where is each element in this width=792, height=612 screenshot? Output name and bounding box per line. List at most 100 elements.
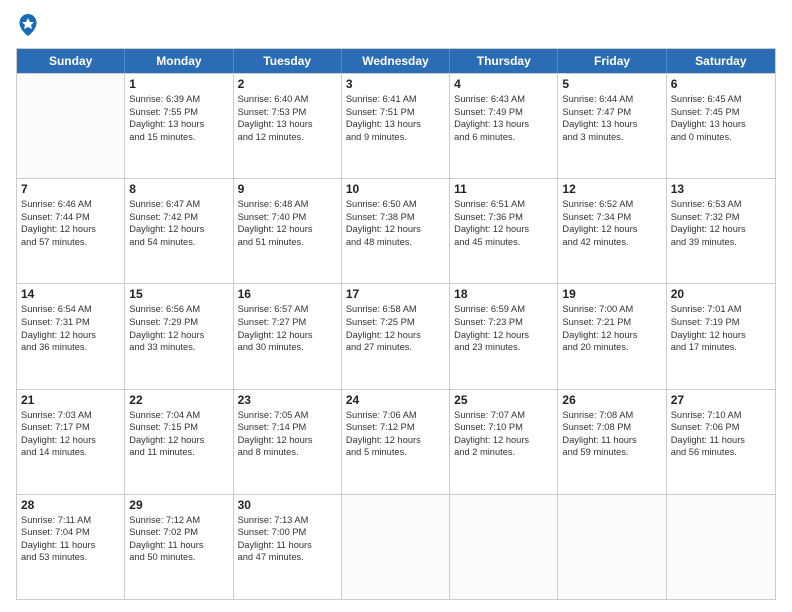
cell-line: Sunrise: 6:44 AM (562, 93, 661, 106)
calendar-cell: 5 Sunrise: 6:44 AMSunset: 7:47 PMDaylight… (558, 74, 666, 178)
cell-line: Daylight: 12 hours (454, 329, 553, 342)
cell-line: Sunset: 7:36 PM (454, 211, 553, 224)
cell-line: Daylight: 11 hours (21, 539, 120, 552)
day-number: 16 (238, 287, 337, 301)
calendar-cell (450, 495, 558, 599)
cell-line: Sunset: 7:21 PM (562, 316, 661, 329)
cell-line: and 27 minutes. (346, 341, 445, 354)
day-number: 18 (454, 287, 553, 301)
cell-line: Sunrise: 7:06 AM (346, 409, 445, 422)
day-number: 19 (562, 287, 661, 301)
calendar-cell (342, 495, 450, 599)
logo-icon (16, 12, 40, 40)
day-number: 6 (671, 77, 771, 91)
cell-line: Sunrise: 6:56 AM (129, 303, 228, 316)
calendar-body: 1Sunrise: 6:39 AMSunset: 7:55 PMDaylight… (17, 73, 775, 599)
calendar-cell: 27Sunrise: 7:10 AMSunset: 7:06 PMDayligh… (667, 390, 775, 494)
cell-line: Sunrise: 6:51 AM (454, 198, 553, 211)
cell-line: and 5 minutes. (346, 446, 445, 459)
cell-line: Daylight: 13 hours (562, 118, 661, 131)
cell-line: Daylight: 12 hours (129, 434, 228, 447)
cell-line: Sunrise: 6:47 AM (129, 198, 228, 211)
cell-line: Sunset: 7:25 PM (346, 316, 445, 329)
day-number: 20 (671, 287, 771, 301)
cell-line: and 2 minutes. (454, 446, 553, 459)
day-number: 1 (129, 77, 228, 91)
cell-line: Sunset: 7:29 PM (129, 316, 228, 329)
cell-line: Daylight: 12 hours (346, 329, 445, 342)
calendar: SundayMondayTuesdayWednesdayThursdayFrid… (16, 48, 776, 600)
day-number: 2 (238, 77, 337, 91)
cell-line: Daylight: 12 hours (129, 329, 228, 342)
cell-line: Daylight: 12 hours (346, 434, 445, 447)
cell-line: Sunrise: 6:41 AM (346, 93, 445, 106)
cell-line: Sunset: 7:23 PM (454, 316, 553, 329)
day-number: 3 (346, 77, 445, 91)
day-number: 22 (129, 393, 228, 407)
cell-line: and 6 minutes. (454, 131, 553, 144)
cell-line: Sunset: 7:38 PM (346, 211, 445, 224)
calendar-cell (667, 495, 775, 599)
cell-line: and 12 minutes. (238, 131, 337, 144)
cell-line: and 59 minutes. (562, 446, 661, 459)
cell-line: and 57 minutes. (21, 236, 120, 249)
calendar-header-cell: Friday (558, 49, 666, 73)
cell-line: Sunrise: 7:01 AM (671, 303, 771, 316)
day-number: 25 (454, 393, 553, 407)
cell-line: Sunset: 7:00 PM (238, 526, 337, 539)
day-number: 14 (21, 287, 120, 301)
calendar-cell: 24Sunrise: 7:06 AMSunset: 7:12 PMDayligh… (342, 390, 450, 494)
calendar-cell (558, 495, 666, 599)
cell-line: Sunset: 7:42 PM (129, 211, 228, 224)
day-number: 23 (238, 393, 337, 407)
calendar-cell (17, 74, 125, 178)
cell-line: and 56 minutes. (671, 446, 771, 459)
cell-line: Sunset: 7:47 PM (562, 106, 661, 119)
cell-line: Sunrise: 7:00 AM (562, 303, 661, 316)
cell-line: Daylight: 13 hours (346, 118, 445, 131)
cell-line: Daylight: 12 hours (562, 329, 661, 342)
calendar-header-cell: Monday (125, 49, 233, 73)
calendar-cell: 18 Sunrise: 6:59 AMSunset: 7:23 PMDayligh… (450, 284, 558, 388)
calendar-row: 28Sunrise: 7:11 AMSunset: 7:04 PMDayligh… (17, 494, 775, 599)
cell-line: and 14 minutes. (21, 446, 120, 459)
cell-line: Daylight: 12 hours (454, 434, 553, 447)
cell-line: Daylight: 13 hours (454, 118, 553, 131)
cell-line: and 39 minutes. (671, 236, 771, 249)
day-number: 28 (21, 498, 120, 512)
cell-line: and 47 minutes. (238, 551, 337, 564)
cell-line: Sunset: 7:17 PM (21, 421, 120, 434)
cell-line: Sunrise: 7:07 AM (454, 409, 553, 422)
calendar-header: SundayMondayTuesdayWednesdayThursdayFrid… (17, 49, 775, 73)
cell-line: Sunrise: 6:48 AM (238, 198, 337, 211)
cell-line: Sunset: 7:45 PM (671, 106, 771, 119)
cell-line: Sunrise: 6:59 AM (454, 303, 553, 316)
cell-line: Daylight: 12 hours (562, 223, 661, 236)
day-number: 13 (671, 182, 771, 196)
cell-line: and 33 minutes. (129, 341, 228, 354)
calendar-cell: 13Sunrise: 6:53 AMSunset: 7:32 PMDayligh… (667, 179, 775, 283)
day-number: 26 (562, 393, 661, 407)
day-number: 5 (562, 77, 661, 91)
cell-line: Sunrise: 6:54 AM (21, 303, 120, 316)
cell-line: and 0 minutes. (671, 131, 771, 144)
calendar-cell: 6Sunrise: 6:45 AMSunset: 7:45 PMDaylight… (667, 74, 775, 178)
cell-line: Sunrise: 6:46 AM (21, 198, 120, 211)
calendar-header-cell: Tuesday (234, 49, 342, 73)
calendar-cell: 7Sunrise: 6:46 AMSunset: 7:44 PMDaylight… (17, 179, 125, 283)
calendar-row: 1Sunrise: 6:39 AMSunset: 7:55 PMDaylight… (17, 73, 775, 178)
day-number: 21 (21, 393, 120, 407)
cell-line: and 23 minutes. (454, 341, 553, 354)
day-number: 10 (346, 182, 445, 196)
cell-line: and 3 minutes. (562, 131, 661, 144)
calendar-cell: 11Sunrise: 6:51 AMSunset: 7:36 PMDayligh… (450, 179, 558, 283)
cell-line: Sunrise: 6:43 AM (454, 93, 553, 106)
header (16, 12, 776, 40)
cell-line: Sunset: 7:53 PM (238, 106, 337, 119)
calendar-cell: 2Sunrise: 6:40 AMSunset: 7:53 PMDaylight… (234, 74, 342, 178)
cell-line: Sunrise: 7:13 AM (238, 514, 337, 527)
cell-line: Daylight: 12 hours (671, 329, 771, 342)
cell-line: Sunset: 7:02 PM (129, 526, 228, 539)
day-number: 7 (21, 182, 120, 196)
cell-line: Sunset: 7:10 PM (454, 421, 553, 434)
